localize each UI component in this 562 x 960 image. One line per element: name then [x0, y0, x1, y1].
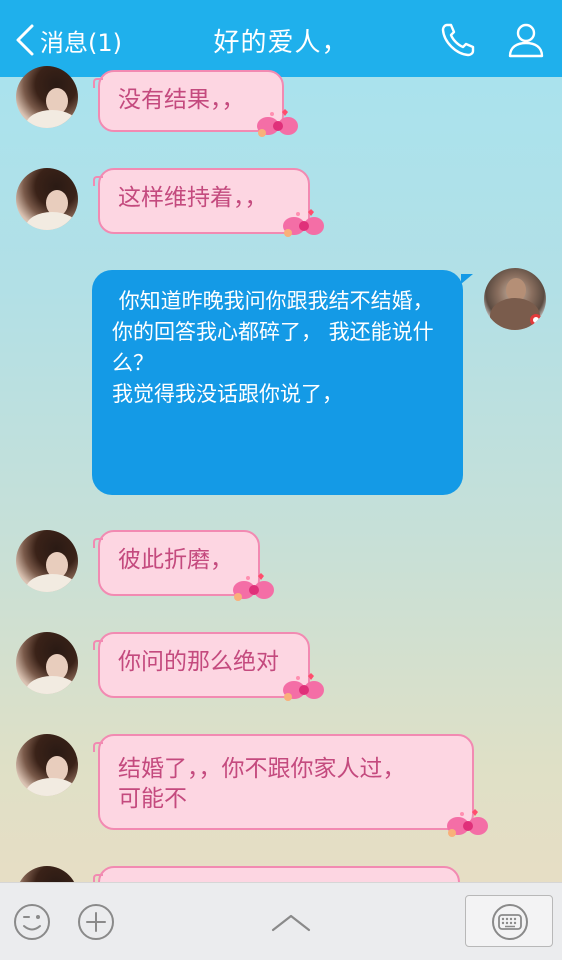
- contact-avatar[interactable]: [16, 530, 78, 592]
- phone-icon[interactable]: [438, 20, 478, 60]
- keyboard-icon: [492, 904, 528, 940]
- plus-icon[interactable]: [76, 902, 116, 942]
- my-avatar[interactable]: [484, 268, 546, 330]
- message-text: 结婚了，，你不跟你家人过，可能不: [118, 756, 406, 812]
- bow-sticker-icon: [283, 209, 324, 237]
- message-text: 你问的那么绝对: [118, 649, 279, 675]
- person-icon[interactable]: [506, 20, 546, 60]
- bow-sticker-icon: [283, 673, 324, 701]
- keyboard-toggle-button[interactable]: [465, 895, 553, 947]
- contact-avatar[interactable]: [16, 734, 78, 796]
- message-bubble-outgoing[interactable]: 你知道昨晚我问你跟我结不结婚， 你的回答我心都碎了， 我还能说什么？ 我觉得我没…: [92, 270, 473, 495]
- message-text: 彼此折磨，: [118, 547, 233, 573]
- chevron-up-icon[interactable]: [269, 902, 313, 942]
- input-toolbar: [0, 882, 562, 960]
- message-text: 这样维持着，，: [118, 185, 268, 211]
- contact-avatar[interactable]: [16, 66, 78, 128]
- bow-sticker-icon: [233, 573, 274, 601]
- contact-avatar[interactable]: [16, 632, 78, 694]
- message-bubble-incoming[interactable]: 这样维持着，，: [93, 168, 310, 234]
- chat-header: 消息(1) 好的爱人，: [0, 0, 562, 77]
- message-text: 你知道昨晚我问你跟我结不结婚， 你的回答我心都碎了， 我还能说什么？ 我觉得我没…: [112, 289, 434, 406]
- message-text: 没有结果，，: [118, 87, 245, 113]
- message-bubble-incoming[interactable]: 你问的那么绝对: [93, 632, 310, 698]
- bow-sticker-icon: [257, 109, 298, 137]
- message-bubble-incoming[interactable]: 结婚了，，你不跟你家人过，可能不: [93, 734, 474, 830]
- contact-avatar[interactable]: [16, 168, 78, 230]
- smiley-icon[interactable]: [12, 902, 52, 942]
- bow-sticker-icon: [447, 809, 488, 837]
